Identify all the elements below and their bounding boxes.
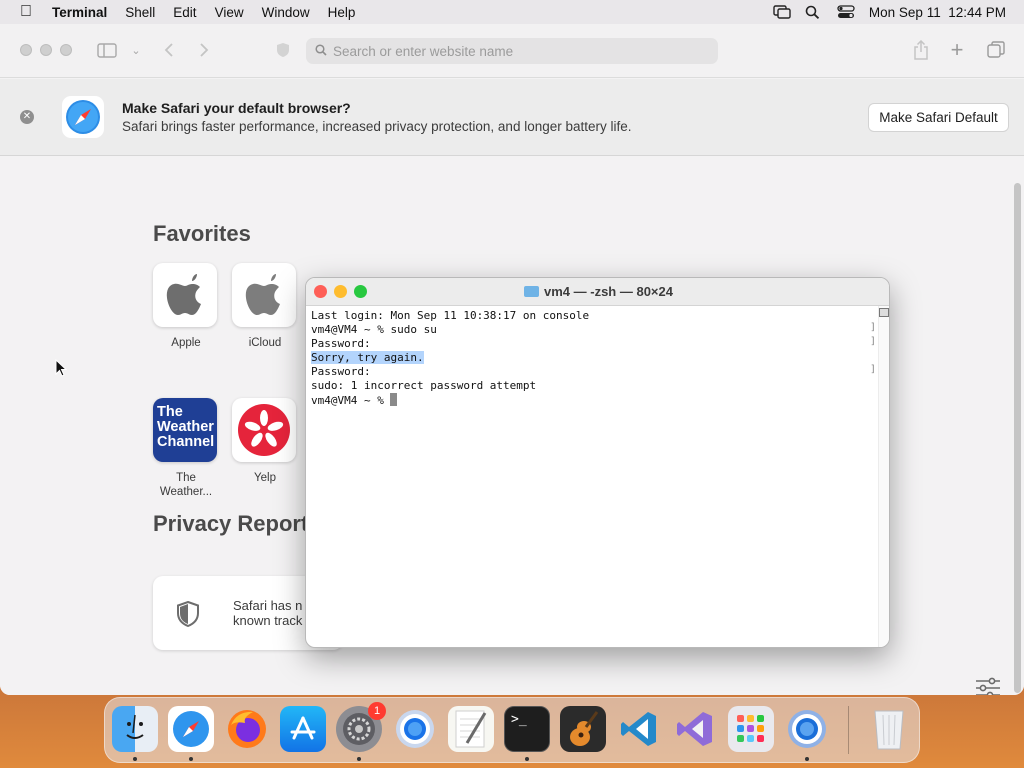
privacy-report-heading: Privacy Report — [153, 511, 309, 536]
terminal-line: sudo: 1 incorrect password attempt — [311, 379, 537, 392]
line-mark: ] — [870, 364, 877, 375]
favorite-yelp[interactable]: Yelp — [232, 398, 298, 485]
running-indicator — [805, 757, 809, 761]
dock-garageband-icon[interactable] — [560, 706, 606, 752]
menu-view[interactable]: View — [206, 5, 253, 20]
split-pane-icon[interactable] — [879, 308, 889, 317]
dock-vscode-icon[interactable] — [616, 706, 662, 752]
terminal-cursor — [390, 393, 398, 406]
menu-edit[interactable]: Edit — [164, 5, 205, 20]
dock-firefox-icon[interactable] — [224, 706, 270, 752]
sidebar-icon[interactable] — [96, 39, 118, 61]
terminal-prompt: vm4@VM4 ~ % — [311, 394, 391, 407]
tab-overview-icon[interactable] — [985, 39, 1007, 61]
spotlight-search-icon[interactable] — [805, 5, 823, 19]
terminal-scrollbar[interactable] — [878, 306, 889, 647]
running-indicator — [525, 757, 529, 761]
address-bar[interactable] — [306, 38, 718, 64]
apple-menu-icon[interactable]:  — [0, 3, 52, 21]
favorite-label: iCloud — [248, 337, 282, 349]
zoom-window-button[interactable] — [60, 44, 72, 56]
privacy-report-text: known track — [233, 613, 303, 628]
new-tab-plus-icon[interactable]: + — [946, 37, 968, 62]
terminal-title-text: vm4 — -zsh — 80×24 — [544, 284, 673, 299]
default-browser-banner: ✕ Make Safari your default browser? Safa… — [0, 79, 1024, 156]
favorite-apple[interactable]: Apple — [153, 263, 219, 350]
search-input[interactable] — [333, 43, 713, 59]
terminal-line: Password: — [311, 365, 371, 378]
privacy-report-text: Safari has n — [233, 598, 303, 613]
dock-finder-icon[interactable] — [112, 706, 158, 752]
favorite-label: Apple — [171, 337, 201, 349]
terminal-line: Last login: Mon Sep 11 10:38:17 on conso… — [311, 309, 590, 322]
running-indicator — [133, 757, 137, 761]
folder-icon — [524, 286, 539, 297]
dock-separator — [848, 706, 849, 754]
dock-chrome-icon[interactable] — [392, 706, 438, 752]
menu-bar:  Terminal Shell Edit View Window Help M… — [0, 0, 1024, 24]
dock-chromium-icon[interactable] — [784, 706, 830, 752]
apple-logo-icon — [153, 263, 217, 327]
close-window-button[interactable] — [20, 44, 32, 56]
notification-badge: 1 — [368, 702, 386, 720]
make-safari-default-button[interactable]: Make Safari Default — [868, 103, 1009, 132]
terminal-line-selected: Sorry, try again. — [311, 351, 424, 364]
customize-start-page-icon[interactable] — [975, 677, 1001, 695]
apple-logo-icon — [232, 263, 296, 327]
favorite-label: The Weather... — [159, 472, 213, 498]
minimize-window-button[interactable] — [40, 44, 52, 56]
search-icon — [315, 43, 327, 59]
weather-channel-logo-text: The Weather Channel — [157, 404, 215, 450]
dock-visual-studio-icon[interactable] — [672, 706, 718, 752]
line-mark: ] — [870, 336, 877, 347]
share-icon[interactable] — [910, 39, 932, 61]
terminal-title: vm4 — -zsh — 80×24 — [306, 284, 889, 299]
control-center-icon[interactable] — [837, 5, 855, 19]
dock-trash-icon[interactable] — [866, 706, 912, 752]
terminal-window: vm4 — -zsh — 80×24 Last login: Mon Sep 1… — [305, 277, 890, 648]
chevron-down-icon[interactable]: ⌄ — [125, 39, 147, 61]
terminal-line: vm4@VM4 ~ % sudo su — [311, 323, 437, 336]
dock-launchpad-icon[interactable] — [728, 706, 774, 752]
terminal-line: Password: — [311, 337, 371, 350]
terminal-output[interactable]: Last login: Mon Sep 11 10:38:17 on conso… — [311, 309, 871, 407]
yelp-logo-icon — [232, 398, 296, 462]
back-arrow-icon[interactable] — [158, 39, 180, 61]
running-indicator — [357, 757, 361, 761]
close-banner-icon[interactable]: ✕ — [20, 110, 34, 124]
favorites-heading: Favorites — [153, 221, 251, 246]
line-mark: ] — [870, 322, 877, 333]
banner-title: Make Safari your default browser? — [122, 100, 351, 116]
mouse-pointer-icon — [55, 358, 68, 377]
privacy-shield-icon — [177, 600, 199, 632]
running-indicator — [189, 757, 193, 761]
safari-toolbar: ⌄ + — [0, 24, 1024, 78]
weather-channel-logo: The Weather Channel — [153, 398, 217, 462]
banner-subtitle: Safari brings faster performance, increa… — [122, 119, 632, 134]
menu-window[interactable]: Window — [253, 5, 319, 20]
menu-shell[interactable]: Shell — [116, 5, 164, 20]
dock-textedit-icon[interactable] — [448, 706, 494, 752]
safari-compass-icon — [62, 96, 104, 138]
dock-app-store-icon[interactable] — [280, 706, 326, 752]
favorite-weather-channel[interactable]: The Weather Channel The Weather... — [153, 398, 219, 499]
dock-safari-icon[interactable] — [168, 706, 214, 752]
menu-clock[interactable]: Mon Sep 11 12:44 PM — [869, 5, 1006, 20]
terminal-titlebar[interactable]: vm4 — -zsh — 80×24 — [306, 278, 889, 306]
menu-app-name[interactable]: Terminal — [52, 5, 116, 20]
screen-mirroring-icon[interactable] — [773, 5, 791, 19]
menu-help[interactable]: Help — [319, 5, 365, 20]
favorite-label: Yelp — [254, 472, 276, 484]
page-scrollbar[interactable] — [1014, 183, 1021, 693]
forward-arrow-icon[interactable] — [193, 39, 215, 61]
privacy-shield-icon[interactable] — [272, 39, 294, 61]
favorite-icloud[interactable]: iCloud — [232, 263, 298, 350]
dock-terminal-icon[interactable]: >_ — [504, 706, 550, 752]
